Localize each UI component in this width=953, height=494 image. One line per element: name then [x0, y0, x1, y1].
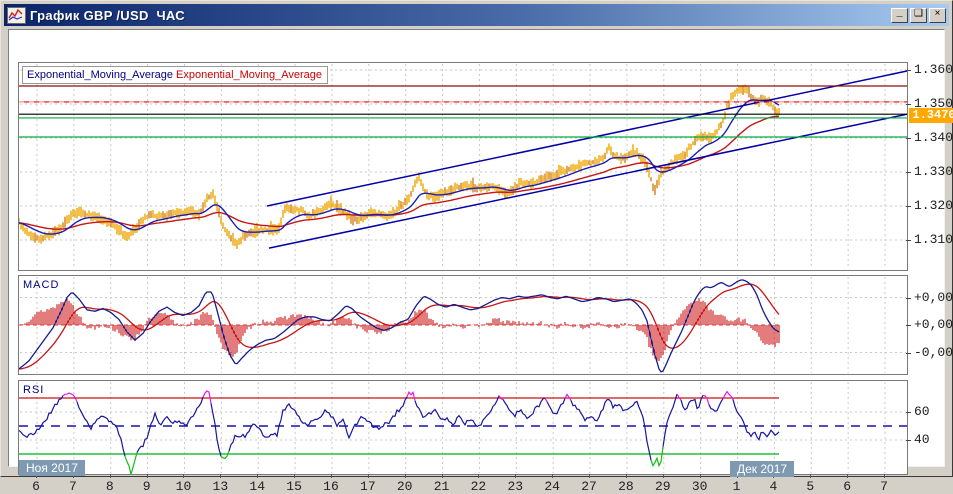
month-badge-nov: Ноя 2017 [19, 460, 85, 476]
date-axis-label: 6 [32, 479, 40, 494]
macd-axis-tick [906, 352, 911, 354]
ema-legend-blue: Exponential_Moving_Average [27, 69, 173, 81]
price-chart-panel[interactable]: Exponential_Moving_Average Exponential_M… [18, 62, 908, 271]
macd-label: MACD [23, 279, 60, 291]
price-axis-label: 1.3400 [914, 130, 953, 145]
chart-icon-glyph [8, 8, 23, 20]
price-axis-tick [906, 138, 911, 139]
price-axis-label: 1.3600 [914, 62, 953, 77]
close-button[interactable]: × [929, 7, 946, 23]
date-axis-label: 20 [396, 479, 413, 494]
date-axis-label: 5 [806, 479, 815, 494]
date-axis-label: 13 [212, 479, 229, 494]
macd-canvas[interactable] [19, 276, 907, 374]
date-axis-label: 7 [68, 479, 77, 494]
macd-axis-label: +0,000 [914, 317, 953, 332]
date-axis-label: 23 [507, 479, 524, 494]
macd-axis-label: +0,002 [914, 289, 953, 305]
date-axis-tick [330, 474, 332, 478]
date-axis-tick [810, 474, 812, 478]
date-axis-tick [478, 474, 480, 478]
date-axis-label: 8 [105, 479, 114, 494]
macd-axis-tick [906, 297, 911, 299]
price-axis-tick [906, 70, 911, 71]
date-axis-label: 29 [654, 479, 671, 494]
price-axis-label: 1.3100 [914, 232, 953, 247]
date-axis-label: 21 [433, 479, 450, 494]
date-axis-tick [662, 474, 664, 478]
indicator-legend: Exponential_Moving_Average Exponential_M… [22, 66, 328, 84]
date-axis-label: 10 [175, 479, 192, 494]
app-window: График GBP /USD ЧАС _ ❑ × Exponential_Mo… [0, 0, 953, 494]
date-axis-tick [294, 474, 296, 478]
rsi-axis-tick [906, 412, 911, 413]
date-axis-tick [367, 474, 369, 478]
date-axis-tick [589, 474, 591, 478]
current-price-tag: 1.3470 [909, 108, 953, 123]
price-axis-tick [906, 172, 911, 173]
date-axis-label: 14 [249, 479, 266, 494]
date-axis-tick [257, 474, 259, 478]
ema-legend-red: Exponential_Moving_Average [176, 69, 322, 81]
window-title: График GBP /USD ЧАС [30, 7, 185, 23]
rsi-axis-label: 40 [914, 432, 930, 447]
date-axis-tick [625, 474, 627, 478]
month-badge-dec: Дек 2017 [730, 461, 795, 477]
date-axis-tick [441, 474, 443, 478]
minimize-button[interactable]: _ [891, 7, 908, 23]
date-axis-label: 28 [618, 479, 634, 494]
date-axis-tick [183, 474, 185, 478]
date-axis-tick [220, 474, 222, 478]
window-controls: _ ❑ × [891, 7, 949, 23]
date-axis-label: 24 [544, 479, 560, 494]
date-axis-tick [109, 474, 111, 478]
date-axis-tick [515, 474, 517, 478]
date-axis-label: 27 [581, 479, 597, 494]
date-axis-tick [552, 474, 554, 478]
date-axis-label: 22 [470, 479, 487, 494]
price-axis-tick [906, 240, 911, 241]
date-axis-tick [699, 474, 701, 478]
price-axis-label: 1.3300 [914, 164, 953, 179]
date-axis-label: 7 [880, 479, 888, 494]
date-axis-label: 9 [142, 479, 151, 494]
date-axis-tick [146, 474, 148, 478]
rsi-label: RSI [23, 384, 45, 396]
price-axis-tick [906, 104, 911, 105]
title-bar[interactable]: График GBP /USD ЧАС _ ❑ × [4, 4, 949, 26]
macd-axis-label: -0,002 [914, 344, 953, 360]
date-axis-label: 1 [732, 479, 741, 494]
price-chart-canvas[interactable] [19, 63, 907, 270]
date-axis-tick [404, 474, 406, 478]
date-axis-tick [884, 474, 885, 478]
date-axis-label: 17 [360, 479, 376, 494]
rsi-axis-tick [906, 440, 911, 441]
window-chart-icon [7, 6, 26, 24]
price-axis-tick [906, 206, 911, 207]
date-axis-tick [847, 474, 849, 478]
macd-axis-tick [906, 325, 911, 326]
date-axis-label: 4 [769, 479, 778, 494]
chart-client-area: Exponential_Moving_Average Exponential_M… [8, 29, 953, 494]
date-axis-label: 30 [691, 479, 708, 494]
maximize-button[interactable]: ❑ [910, 7, 927, 23]
price-axis-label: 1.3200 [914, 198, 953, 213]
date-axis-label: 16 [323, 479, 339, 494]
macd-panel[interactable]: MACD [18, 275, 908, 375]
rsi-axis-label: 60 [914, 404, 930, 419]
date-axis-label: 6 [843, 479, 852, 494]
date-axis-label: 15 [286, 479, 302, 494]
